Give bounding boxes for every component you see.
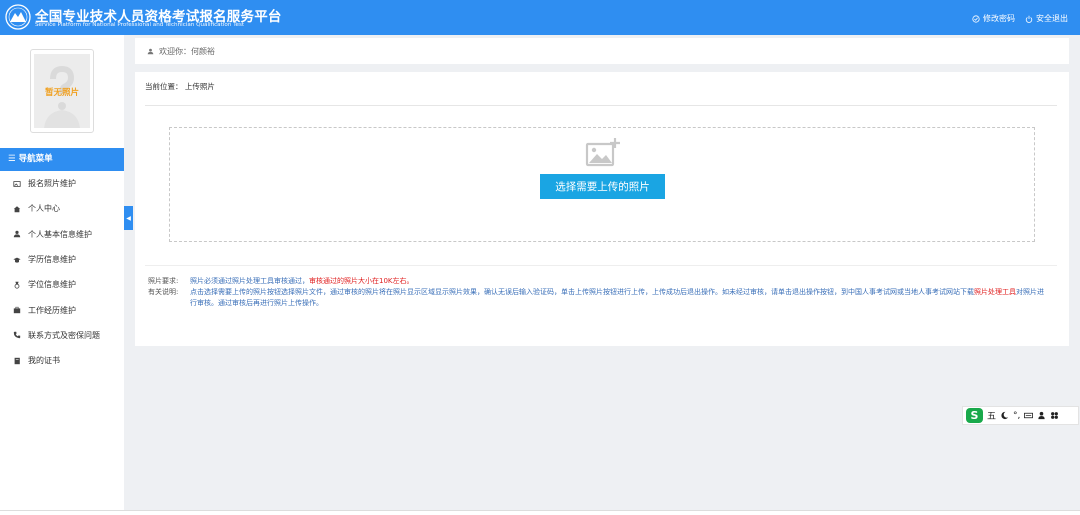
upload-panel: 当前位置： 上传照片 选择需要上传的照片 照片要求: 照片必须通过照片处理工具审… — [135, 72, 1069, 346]
bottom-bar — [0, 510, 1080, 515]
nav-item-education[interactable]: 学历信息维护 — [0, 247, 124, 272]
requirement-label: 照片要求: — [148, 277, 179, 285]
nav-item-certificates[interactable]: 我的证书 — [0, 348, 124, 373]
sidebar: 暂无照片 ☰ 导航菜单 报名照片维护 个人中心 个人基本信息维护 学历信息维护 … — [0, 35, 124, 515]
power-icon — [1025, 15, 1033, 23]
welcome-text: 欢迎你：何颜裕 — [159, 46, 215, 56]
select-photo-button[interactable]: 选择需要上传的照片 — [540, 174, 665, 199]
nav-item-photo[interactable]: 报名照片维护 — [0, 171, 124, 196]
instructions-text: 点击选择需要上传的照片按钮选择照片文件，通过审核的照片将在照片显示区域显示照片效… — [190, 287, 1048, 309]
logout-label: 安全退出 — [1036, 14, 1068, 23]
menu-icon: ☰ — [8, 154, 16, 164]
sidebar-collapse-button[interactable]: ◀ — [124, 206, 133, 230]
requirement-text: 照片必须通过照片处理工具审核通过， — [190, 277, 309, 285]
ime-toolbar[interactable]: S 五 °, — [962, 406, 1079, 425]
nav-item-label: 工作经历维护 — [28, 305, 76, 315]
photo-tool-link[interactable]: 照片处理工具 — [974, 288, 1016, 296]
notes-section: 照片要求: 照片必须通过照片处理工具审核通过，审核通过的照片大小在10K左右。 … — [148, 276, 1048, 309]
welcome-bar: 欢迎你：何颜裕 — [135, 38, 1069, 64]
profile-photo: 暂无照片 — [30, 49, 94, 133]
medal-icon — [14, 281, 20, 289]
user-icon — [147, 48, 154, 54]
check-circle-icon — [972, 14, 980, 23]
instructions-label: 有关说明: — [148, 288, 179, 296]
nav-item-work[interactable]: 工作经历维护 — [0, 297, 124, 322]
punctuation-toggle[interactable]: °, — [1013, 411, 1020, 421]
nav-item-label: 学历信息维护 — [28, 255, 76, 265]
user-icon — [13, 231, 21, 238]
instructions-part-1: 点击选择需要上传的照片按钮选择照片文件，通过审核的照片将在照片显示区域显示照片效… — [190, 288, 911, 296]
nav-item-label: 个人中心 — [28, 204, 60, 214]
add-image-icon — [585, 138, 620, 167]
nav-menu-title: 导航菜单 — [18, 154, 53, 164]
user-icon[interactable] — [1037, 411, 1046, 420]
nav-item-label: 联系方式及密保问题 — [28, 330, 100, 340]
ime-mode[interactable]: 五 — [987, 409, 996, 422]
nav-item-label: 报名照片维护 — [28, 179, 76, 189]
divider — [145, 265, 1057, 266]
divider — [145, 105, 1057, 106]
logout-button[interactable]: 安全退出 — [1025, 13, 1068, 24]
site-logo-icon — [5, 4, 31, 30]
briefcase-icon — [13, 307, 21, 314]
graduation-cap-icon — [13, 257, 21, 263]
photo-upload-area[interactable]: 选择需要上传的照片 — [169, 127, 1035, 242]
image-icon — [13, 180, 21, 187]
instructions-row: 有关说明: 点击选择需要上传的照片按钮选择照片文件，通过审核的照片将在照片显示区… — [148, 287, 1048, 309]
home-icon — [13, 206, 21, 213]
requirement-row: 照片要求: 照片必须通过照片处理工具审核通过，审核通过的照片大小在10K左右。 — [148, 276, 1048, 287]
moon-icon[interactable] — [1000, 411, 1009, 420]
nav-item-label: 我的证书 — [28, 356, 60, 366]
breadcrumb: 当前位置： 上传照片 — [145, 82, 215, 91]
requirement-warning: 审核通过的照片大小在10K左右。 — [309, 277, 414, 285]
nav-menu: 报名照片维护 个人中心 个人基本信息维护 学历信息维护 学位信息维护 工作经历维… — [0, 171, 124, 373]
no-photo-text: 暂无照片 — [44, 88, 79, 98]
change-password-label: 修改密码 — [983, 14, 1015, 23]
top-header: 全国专业技术人员资格考试报名服务平台 Service Platform for … — [0, 0, 1080, 35]
keyboard-icon[interactable] — [1024, 411, 1034, 420]
nav-menu-header: ☰ 导航菜单 — [0, 148, 124, 171]
grid-icon[interactable] — [1050, 411, 1059, 420]
phone-icon — [13, 332, 21, 339]
nav-item-personal-center[interactable]: 个人中心 — [0, 196, 124, 221]
sogou-logo-icon[interactable]: S — [966, 408, 983, 423]
book-icon — [14, 357, 20, 364]
nav-item-basic-info[interactable]: 个人基本信息维护 — [0, 222, 124, 247]
nav-item-degree[interactable]: 学位信息维护 — [0, 272, 124, 297]
instructions-part-2: 地人事考试网站下载 — [911, 288, 974, 296]
site-subtitle: Service Platform for National Profession… — [35, 22, 245, 28]
nav-item-label: 学位信息维护 — [28, 280, 76, 290]
photo-placeholder: 暂无照片 — [34, 54, 90, 128]
nav-item-label: 个人基本信息维护 — [28, 229, 92, 239]
change-password-button[interactable]: 修改密码 — [972, 13, 1015, 24]
nav-item-contact[interactable]: 联系方式及密保问题 — [0, 323, 124, 348]
